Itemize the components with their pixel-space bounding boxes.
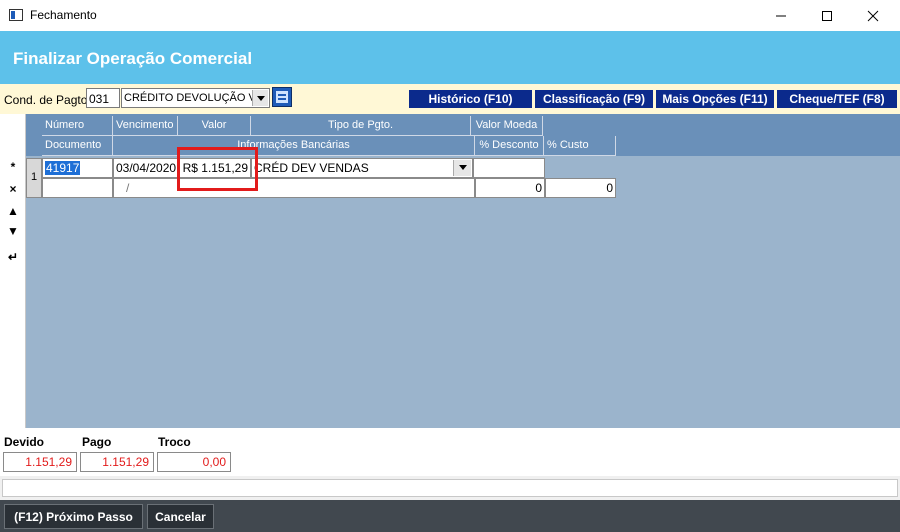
close-button[interactable] (850, 0, 896, 31)
cond-pagto-label: Cond. de Pagto (4, 93, 88, 107)
classificacao-button[interactable]: Classificação (F9) (535, 90, 653, 108)
footer-bar: (F12) Próximo Passo Cancelar (0, 500, 900, 532)
status-bar (2, 479, 898, 497)
cond-pagto-select-value: CRÉDITO DEVOLUÇÃO V (124, 92, 256, 104)
numero-value: 41917 (45, 161, 81, 175)
move-down-button[interactable]: ▼ (3, 222, 23, 240)
col-header-documento[interactable]: Documento (42, 136, 113, 156)
desconto-cell[interactable]: 0 (475, 178, 545, 198)
numero-cell[interactable]: 41917 (42, 158, 113, 178)
title-bar: Fechamento (0, 0, 900, 31)
col-header-tipo-pgto[interactable]: Tipo de Pgto. (251, 116, 471, 136)
payment-toolbar: Cond. de Pagto 031 CRÉDITO DEVOLUÇÃO V H… (0, 84, 900, 114)
tipo-pgto-select[interactable]: CRÉD DEV VENDAS (251, 158, 473, 178)
page-title: Finalizar Operação Comercial (13, 49, 253, 68)
cond-pagto-code-field[interactable]: 031 (86, 88, 120, 108)
insert-row-button[interactable]: * (3, 158, 23, 176)
confirm-row-button[interactable]: ↵ (3, 248, 23, 266)
calculator-icon[interactable] (272, 87, 292, 107)
pago-label: Pago (82, 435, 112, 449)
totals-panel: Devido Pago Troco 1.151,29 1.151,29 0,00 (0, 428, 900, 476)
cancel-button[interactable]: Cancelar (147, 504, 214, 529)
col-header-valor-moeda[interactable]: Valor Moeda (471, 116, 543, 136)
info-bancarias-cell[interactable]: / (113, 178, 475, 198)
col-header-numero[interactable]: Número (42, 116, 113, 136)
pago-value: 1.151,29 (80, 452, 154, 472)
header-banner: Finalizar Operação Comercial (0, 31, 900, 84)
cond-pagto-select[interactable]: CRÉDITO DEVOLUÇÃO V (121, 88, 270, 108)
historico-button[interactable]: Histórico (F10) (409, 90, 532, 108)
col-header-vencimento[interactable]: Vencimento (113, 116, 178, 136)
col-header-custo[interactable]: % Custo (544, 136, 616, 156)
chevron-down-icon[interactable] (252, 90, 268, 106)
highlight-annotation (177, 147, 258, 191)
custo-cell[interactable]: 0 (545, 178, 616, 198)
devido-value: 1.151,29 (3, 452, 77, 472)
row-indicator[interactable]: 1 (26, 158, 42, 198)
grid-navigator: * × ▲ ▼ ↵ (0, 114, 26, 428)
col-header-info-bancarias[interactable]: Informações Bancárias (113, 136, 475, 156)
chevron-down-icon[interactable] (453, 160, 471, 176)
maximize-icon (822, 10, 832, 21)
troco-value: 0,00 (157, 452, 231, 472)
tipo-pgto-value: CRÉD DEV VENDAS (254, 161, 369, 175)
maximize-button[interactable] (804, 0, 850, 31)
minimize-button[interactable] (758, 0, 804, 31)
app-window-icon (9, 9, 23, 21)
documento-cell[interactable] (42, 178, 113, 198)
col-header-desconto[interactable]: % Desconto (475, 136, 544, 156)
move-up-button[interactable]: ▲ (3, 202, 23, 220)
close-icon (867, 10, 879, 21)
col-header-valor[interactable]: Valor (178, 116, 251, 136)
mais-opcoes-button[interactable]: Mais Opções (F11) (656, 90, 774, 108)
valor-moeda-cell[interactable] (473, 158, 545, 178)
next-step-button[interactable]: (F12) Próximo Passo (4, 504, 143, 529)
window-title: Fechamento (30, 8, 97, 22)
minimize-icon (776, 15, 786, 16)
cheque-tef-button[interactable]: Cheque/TEF (F8) (777, 90, 897, 108)
delete-row-button[interactable]: × (3, 180, 23, 198)
devido-label: Devido (4, 435, 45, 449)
vencimento-cell[interactable]: 03/04/2020 (113, 158, 178, 178)
troco-label: Troco (158, 435, 191, 449)
